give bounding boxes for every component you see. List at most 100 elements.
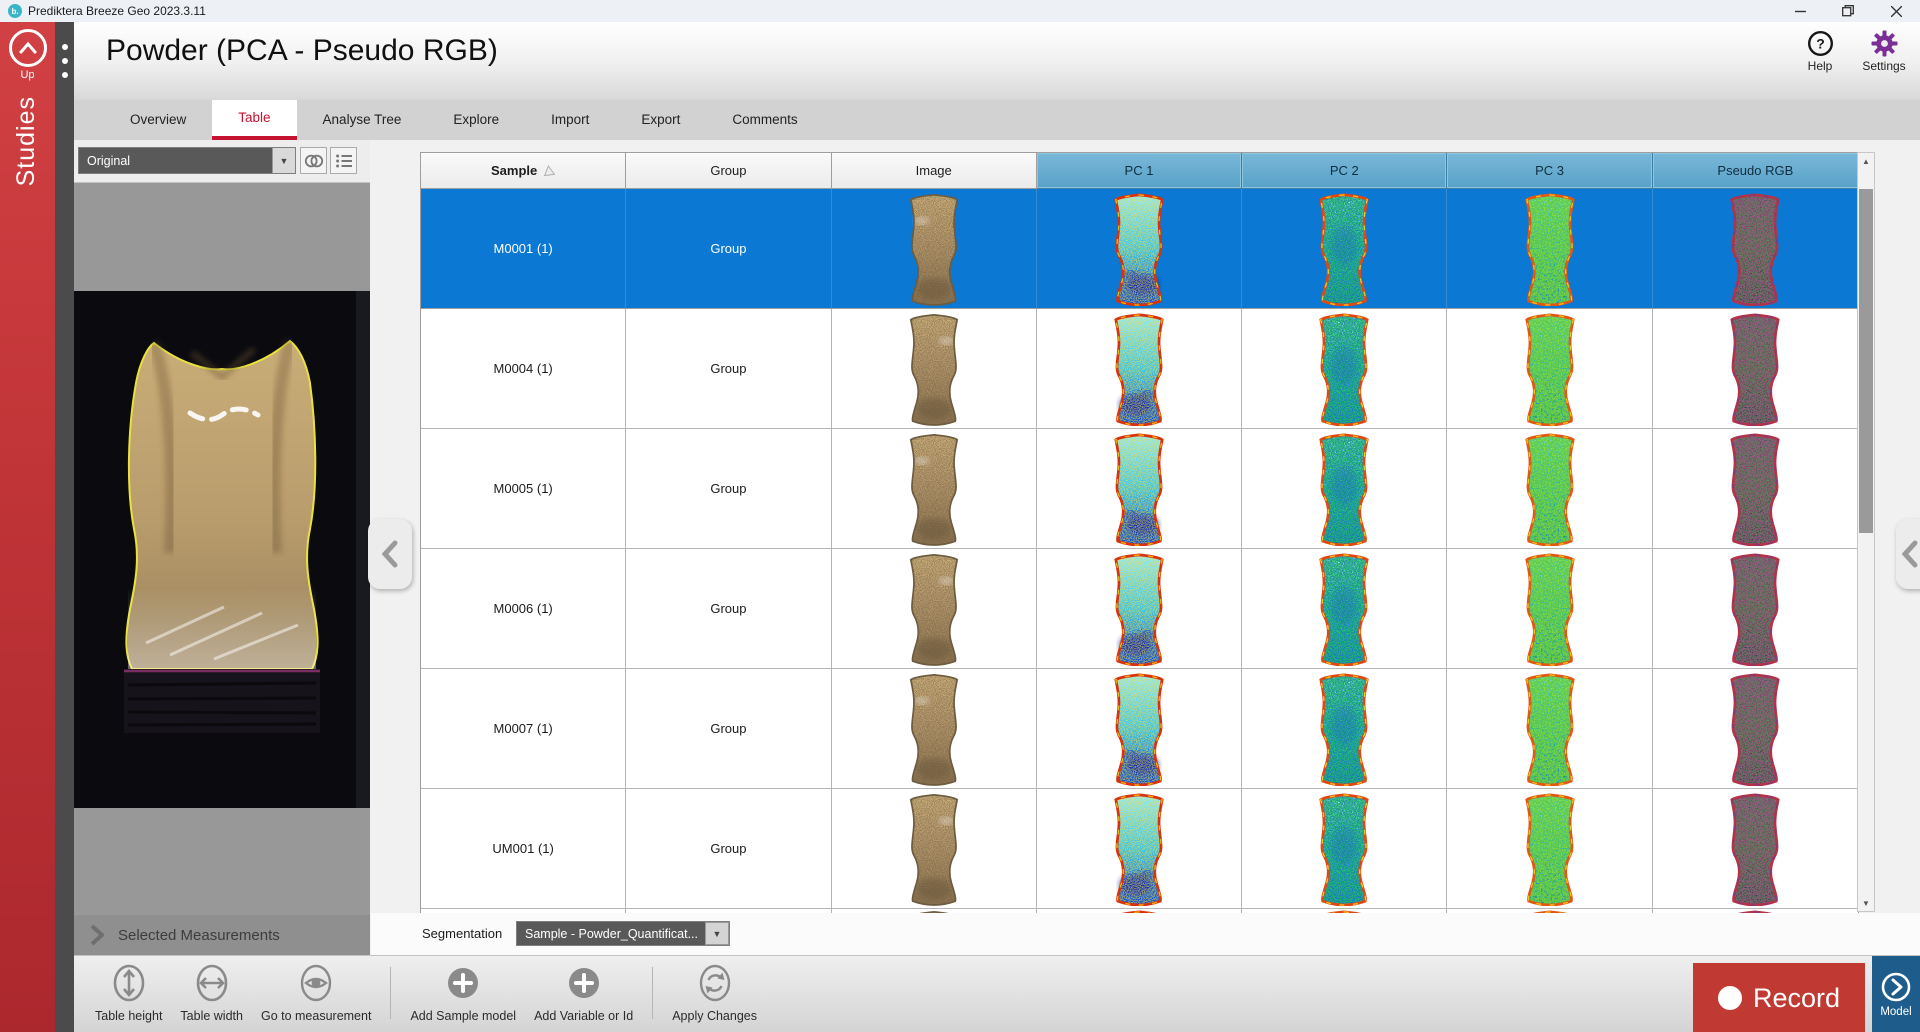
add-variable-or-id-button[interactable]: Add Variable or Id: [534, 963, 633, 1023]
chevron-left-icon: [1902, 540, 1918, 568]
group-cell: Group: [626, 189, 831, 309]
minimize-button[interactable]: [1776, 0, 1824, 22]
sort-icon: [543, 165, 555, 176]
table-row-m0001-1-[interactable]: M0001 (1)Group: [421, 189, 1858, 309]
add-sample-model-button[interactable]: Add Sample model: [410, 963, 516, 1023]
table-width-button[interactable]: Table width: [180, 963, 243, 1023]
app-window: b. Prediktera Breeze Geo 2023.3.11 Up St…: [0, 0, 1920, 1032]
pc3-image-cell: [1447, 189, 1652, 309]
view-selector-dropdown[interactable]: Original ▼: [78, 147, 296, 174]
table-height-icon: [112, 963, 146, 1009]
table-row-m0007-1-[interactable]: M0007 (1)Group: [421, 669, 1858, 789]
tab-table[interactable]: Table: [212, 100, 296, 140]
table-row-um001-1-[interactable]: UM001 (1)Group: [421, 789, 1858, 909]
link-view-button[interactable]: [300, 147, 327, 174]
panel-toolbar: Original ▼: [74, 140, 370, 183]
pc2-image-cell: [1242, 429, 1447, 549]
sample-cell: M0001 (1): [421, 189, 626, 309]
go-to-measurement-button[interactable]: Go to measurement: [261, 963, 371, 1023]
settings-button[interactable]: Settings: [1860, 30, 1908, 73]
pc2-image-cell: [1242, 669, 1447, 789]
list-view-button[interactable]: [330, 147, 357, 174]
collapse-right-panel-handle[interactable]: [1896, 519, 1920, 589]
question-icon: ?: [1807, 30, 1834, 57]
pc3-image-cell: [1447, 309, 1652, 429]
tab-export[interactable]: Export: [615, 100, 706, 140]
close-button[interactable]: [1872, 0, 1920, 22]
record-button[interactable]: Record: [1693, 963, 1865, 1032]
grip-dot: [62, 44, 68, 50]
scrollbar-thumb[interactable]: [1859, 189, 1873, 533]
up-button[interactable]: Up: [6, 29, 50, 81]
pc1-image-cell: [1037, 189, 1242, 309]
chevron-left-icon: [382, 540, 398, 568]
table-width-icon: [195, 963, 229, 1009]
help-button[interactable]: ? Help: [1796, 30, 1844, 73]
column-header-pc-2[interactable]: PC 2: [1242, 153, 1447, 189]
tab-import[interactable]: Import: [525, 100, 615, 140]
pc2-image-cell: [1242, 309, 1447, 429]
table-row-m0005-1-[interactable]: M0005 (1)Group: [421, 429, 1858, 549]
pc1-image-cell: [1037, 309, 1242, 429]
group-cell: Group: [626, 429, 831, 549]
add-icon: [446, 963, 480, 1009]
sample-cell: M0004 (1): [421, 309, 626, 429]
table-row-m0006-1-[interactable]: M0006 (1)Group: [421, 549, 1858, 669]
column-header-image[interactable]: Image: [832, 153, 1037, 189]
sync-icon: [698, 963, 732, 1009]
pc1-image-cell: [1037, 429, 1242, 549]
eye-icon: [299, 963, 333, 1009]
selected-measurements-toggle[interactable]: Selected Measurements: [74, 915, 370, 955]
chevron-down-icon[interactable]: ▼: [705, 922, 729, 945]
tab-analyse-tree[interactable]: Analyse Tree: [297, 100, 428, 140]
sample-cell: M0007 (1): [421, 669, 626, 789]
group-cell: Group: [626, 309, 831, 429]
chevron-down-icon[interactable]: ▼: [272, 148, 295, 173]
sample-photo: [74, 291, 370, 808]
gear-icon: [1871, 30, 1898, 57]
chevron-right-circle-icon: [1880, 971, 1912, 1003]
column-header-sample[interactable]: Sample: [421, 153, 626, 189]
collapse-left-panel-handle[interactable]: [368, 519, 412, 589]
pseudo-image-cell: [1653, 669, 1858, 789]
apply-changes-button[interactable]: Apply Changes: [672, 963, 757, 1023]
pc3-image-cell: [1447, 789, 1652, 909]
column-header-group[interactable]: Group: [626, 153, 831, 189]
title-bar: b. Prediktera Breeze Geo 2023.3.11: [0, 0, 1920, 23]
table-row-m0004-1-[interactable]: M0004 (1)Group: [421, 309, 1858, 429]
sample-cell: M0006 (1): [421, 549, 626, 669]
chevron-right-icon: [90, 924, 104, 946]
sidebar-item-studies[interactable]: Studies: [12, 96, 41, 186]
image-image-cell: [832, 789, 1037, 909]
table-scrollbar[interactable]: ▲ ▼: [1857, 152, 1875, 912]
pc3-image-cell: [1447, 549, 1652, 669]
grip-dot: [62, 72, 68, 78]
sample-cell: M0005 (1): [421, 429, 626, 549]
rail-splitter[interactable]: [55, 22, 74, 1032]
list-icon: [335, 153, 353, 169]
column-header-pc-1[interactable]: PC 1: [1037, 153, 1242, 189]
table-header-row: SampleGroupImagePC 1PC 2PC 3Pseudo RGB: [421, 153, 1858, 189]
tab-overview[interactable]: Overview: [104, 100, 212, 140]
pc2-image-cell: [1242, 189, 1447, 309]
column-header-pc-3[interactable]: PC 3: [1447, 153, 1652, 189]
grip-dot: [62, 58, 68, 64]
measurement-panel: Original ▼: [74, 140, 370, 955]
segmentation-dropdown[interactable]: Sample - Powder_Quantificat... ▼: [516, 921, 730, 946]
pc1-image-cell: [1037, 789, 1242, 909]
pseudo-image-cell: [1653, 549, 1858, 669]
column-header-pseudo-rgb[interactable]: Pseudo RGB: [1653, 153, 1858, 189]
svg-text:?: ?: [1816, 36, 1825, 52]
sample-cell: UM001 (1): [421, 789, 626, 909]
tab-explore[interactable]: Explore: [427, 100, 525, 140]
table-height-button[interactable]: Table height: [95, 963, 162, 1023]
tab-comments[interactable]: Comments: [706, 100, 823, 140]
toolbar-divider: [390, 967, 391, 1019]
restore-button[interactable]: [1824, 0, 1872, 22]
record-dot-icon: [1718, 986, 1742, 1010]
group-cell: Group: [626, 789, 831, 909]
scroll-down-arrow[interactable]: ▼: [1858, 895, 1874, 911]
model-button[interactable]: Model: [1872, 956, 1920, 1032]
scroll-up-arrow[interactable]: ▲: [1858, 153, 1874, 169]
pseudo-image-cell: [1653, 309, 1858, 429]
